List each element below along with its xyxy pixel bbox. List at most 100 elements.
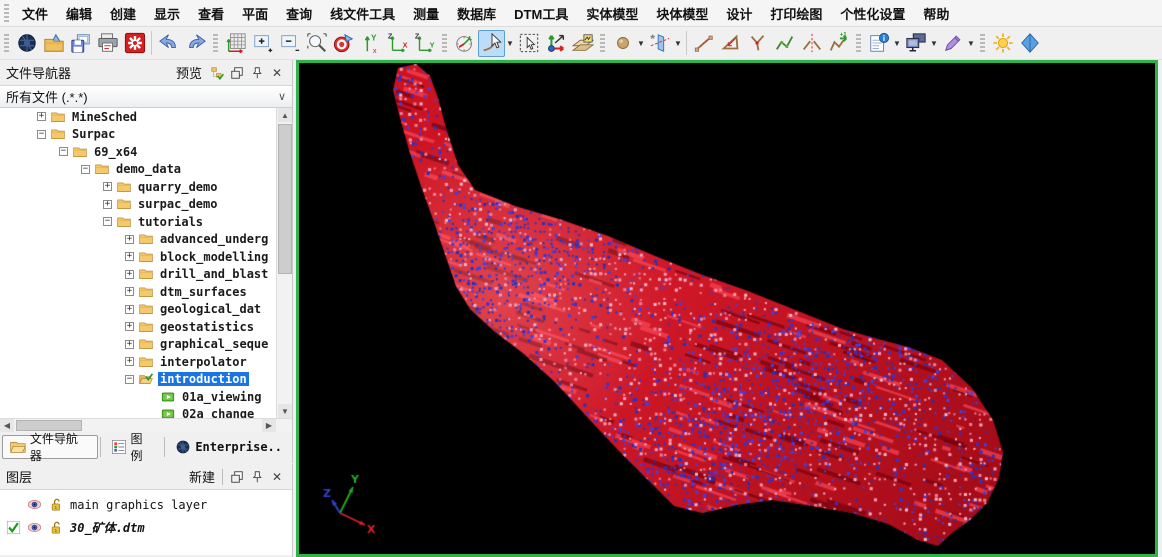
pin-panel-icon[interactable] [248,64,266,82]
menubar-grip[interactable] [4,4,9,22]
cursor-line-button[interactable] [478,30,505,57]
pin-panel-icon[interactable] [248,468,266,486]
tree-item-drill_and_blast[interactable]: +drill_and_blast [0,266,292,284]
menu-item-测量[interactable]: 测量 [404,1,448,26]
viewport[interactable] [296,60,1158,557]
toolbar-grip[interactable] [856,34,861,52]
string-break-button[interactable] [744,30,771,57]
menu-item-DTM工具[interactable]: DTM工具 [505,1,577,26]
expand-icon[interactable]: + [125,322,134,331]
toolbar-grip[interactable] [980,34,985,52]
zoom-window-button[interactable] [303,30,330,57]
menu-item-线文件工具[interactable]: 线文件工具 [321,1,404,26]
tree-item-introduction[interactable]: −introduction [0,371,292,389]
pencil-button[interactable] [939,30,966,57]
tree-hscroll-thumb[interactable] [16,420,82,431]
scroll-up-icon[interactable]: ▲ [278,108,292,122]
tree-horizontal-scrollbar[interactable]: ◀ ▶ [0,418,292,432]
string-seg-button[interactable] [690,30,717,57]
collapse-icon[interactable]: − [125,375,134,384]
menu-item-文件[interactable]: 文件 [13,1,57,26]
grid-plane-button[interactable] [222,30,249,57]
menu-item-帮助[interactable]: 帮助 [914,1,958,26]
tree-item-surpac_demo[interactable]: +surpac_demo [0,196,292,214]
chevron-down-icon[interactable]: ▼ [673,39,683,48]
lock-open-icon[interactable] [48,520,65,535]
blue-diamond-button[interactable] [1016,30,1043,57]
tree-item-interpolator[interactable]: +interpolator [0,353,292,371]
string-tri-button[interactable] [717,30,744,57]
expand-icon[interactable]: + [103,182,112,191]
lock-open-icon[interactable] [48,497,65,512]
rect-select-button[interactable] [515,30,542,57]
save-button[interactable] [67,30,94,57]
tree-item-demo_data[interactable]: −demo_data [0,161,292,179]
image-plane-button[interactable] [569,30,596,57]
layer-row[interactable]: 30_矿体.dtm [0,516,292,539]
chevron-down-icon[interactable]: ▼ [636,39,646,48]
menu-item-块体模型[interactable]: 块体模型 [647,1,717,26]
collapse-icon[interactable]: − [103,217,112,226]
world-sphere-button[interactable] [13,30,40,57]
tree-item-graphical_seque[interactable]: +graphical_seque [0,336,292,354]
tree-item-01a_viewing[interactable]: 01a_viewing [0,388,292,406]
zoom-out-button[interactable] [276,30,303,57]
chevron-down-icon[interactable]: ▼ [929,39,939,48]
open-file-button[interactable] [40,30,67,57]
menu-item-平面[interactable]: 平面 [233,1,277,26]
menu-item-设计[interactable]: 设计 [717,1,761,26]
notes-button[interactable] [865,30,892,57]
float-panel-icon[interactable] [228,468,246,486]
tree-vertical-scrollbar[interactable]: ▲ ▼ [276,108,292,418]
tree-item-geostatistics[interactable]: +geostatistics [0,318,292,336]
expand-icon[interactable]: + [125,270,134,279]
move-3d-button[interactable] [542,30,569,57]
menu-item-个性化设置[interactable]: 个性化设置 [831,1,914,26]
menu-item-编辑[interactable]: 编辑 [57,1,101,26]
clip-plane-button[interactable] [646,30,673,57]
expand-icon[interactable]: + [103,200,112,209]
undo-button[interactable] [155,30,182,57]
chevron-down-icon[interactable]: ▼ [505,39,515,48]
tree-item-tutorials[interactable]: −tutorials [0,213,292,231]
toolbar-grip[interactable] [442,34,447,52]
chevron-down-icon[interactable]: ▼ [966,39,976,48]
expand-icon[interactable]: + [125,252,134,261]
tree-item-block_modelling[interactable]: +block_modelling [0,248,292,266]
sun-button[interactable] [989,30,1016,57]
tree-item-MineSched[interactable]: +MineSched [0,108,292,126]
expand-icon[interactable]: + [125,340,134,349]
expand-icon[interactable]: + [125,235,134,244]
redo-button[interactable] [182,30,209,57]
tree-item-geological_dat[interactable]: +geological_dat [0,301,292,319]
axis-zx-button[interactable] [384,30,411,57]
tree-item-advanced_underg[interactable]: +advanced_underg [0,231,292,249]
preview-button[interactable]: 预览 [172,63,206,82]
string-split-button[interactable] [798,30,825,57]
data-view-button[interactable] [330,30,357,57]
displays-button[interactable] [902,30,929,57]
ball-button[interactable] [609,30,636,57]
float-panel-icon[interactable] [228,64,246,82]
expand-icon[interactable]: + [37,112,46,121]
print-button[interactable] [94,30,121,57]
eye-icon[interactable] [26,497,43,512]
scroll-down-icon[interactable]: ▼ [278,404,292,418]
menu-item-显示[interactable]: 显示 [145,1,189,26]
expand-icon[interactable]: + [125,357,134,366]
preview-icon[interactable] [208,64,226,82]
menu-item-创建[interactable]: 创建 [101,1,145,26]
tree-vscroll-thumb[interactable] [278,124,292,274]
scroll-right-icon[interactable]: ▶ [262,419,276,432]
collapse-icon[interactable]: − [81,165,90,174]
tree-item-quarry_demo[interactable]: +quarry_demo [0,178,292,196]
toolbar-grip[interactable] [4,34,9,52]
close-panel-icon[interactable]: ✕ [268,468,286,486]
layer-checked-checkbox[interactable] [6,520,21,535]
tab-Enterprise..[interactable]: Enterprise.. [167,435,290,459]
tree-item-02a_change[interactable]: 02a_change [0,406,292,419]
rotate-view-button[interactable] [451,30,478,57]
tree-item-69_x64[interactable]: −69_x64 [0,143,292,161]
menu-item-打印绘图[interactable]: 打印绘图 [761,1,831,26]
menu-item-实体模型[interactable]: 实体模型 [577,1,647,26]
